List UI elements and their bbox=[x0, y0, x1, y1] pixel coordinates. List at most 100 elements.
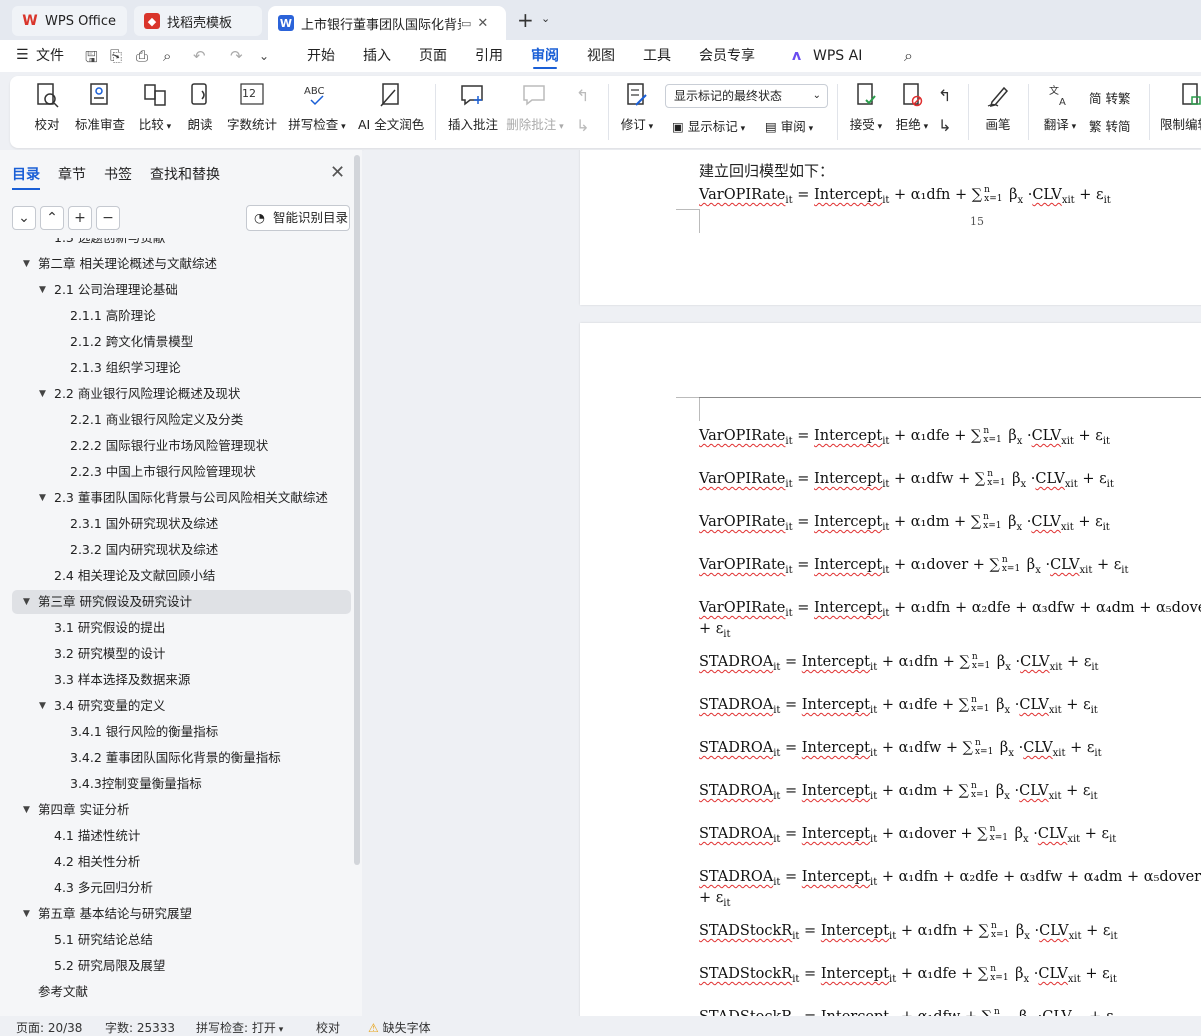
toc-item[interactable]: 4.2 相关性分析 bbox=[0, 850, 350, 874]
quick-access-chevron-icon[interactable]: ⌄ bbox=[259, 49, 269, 63]
close-panel-icon[interactable]: ✕ bbox=[330, 162, 345, 183]
next-comment-icon[interactable]: ↳ bbox=[576, 116, 589, 135]
spell-check-button[interactable]: ABC 拼写检查 ▾ bbox=[288, 80, 346, 133]
toc-item[interactable]: ▼ 第二章 相关理论概述与文献综述 bbox=[0, 252, 350, 276]
toc-item[interactable]: 4.1 描述性统计 bbox=[0, 824, 350, 848]
toc-item[interactable]: 4.3 多元回归分析 bbox=[0, 876, 350, 900]
toc-expand-arrow-icon[interactable]: ▼ bbox=[23, 590, 30, 614]
smart-toc-button[interactable]: ◔ 智能识别目录 bbox=[246, 205, 350, 231]
missing-font-status[interactable]: ⚠ 缺失字体 bbox=[368, 1019, 431, 1036]
toc-item[interactable]: 2.2.1 商业银行风险定义及分类 bbox=[0, 408, 350, 432]
toc-item[interactable]: ▼ 2.3 董事团队国际化背景与公司风险相关文献综述 bbox=[0, 486, 350, 510]
toc-expand-arrow-icon[interactable]: ▼ bbox=[39, 486, 46, 510]
revise-button[interactable]: 修订 ▾ bbox=[618, 80, 656, 133]
toc-item[interactable]: ▼ 第四章 实证分析 bbox=[0, 798, 350, 822]
next-change-icon[interactable]: ↳ bbox=[938, 116, 951, 135]
proofread-button[interactable]: 校对 bbox=[32, 80, 62, 133]
to-simplified-button[interactable]: 繁 转简 bbox=[1089, 116, 1131, 135]
toc-item[interactable]: 1.3 选题创新与贡献 bbox=[0, 238, 350, 250]
toc-expand-arrow-icon[interactable]: ▼ bbox=[23, 902, 30, 926]
toc-expand-arrow-icon[interactable]: ▼ bbox=[39, 278, 46, 302]
close-tab-icon[interactable]: ✕ bbox=[477, 16, 488, 31]
spell-check-status[interactable]: 拼写检查: 打开 ▾ bbox=[196, 1019, 283, 1036]
remove-heading-button[interactable]: − bbox=[96, 206, 120, 230]
translate-button[interactable]: 文A 翻译 ▾ bbox=[1042, 80, 1078, 133]
to-traditional-button[interactable]: 简 转繁 bbox=[1089, 88, 1131, 107]
new-tab-icon[interactable]: + bbox=[517, 8, 534, 32]
restrict-edit-button[interactable]: 限制编辑 bbox=[1160, 80, 1201, 133]
search-icon[interactable]: ⌕ bbox=[904, 46, 913, 66]
toc-item[interactable]: 3.2 研究模型的设计 bbox=[0, 642, 350, 666]
menu-references[interactable]: 引用 bbox=[475, 40, 503, 72]
toc-item[interactable]: ▼ 3.4 研究变量的定义 bbox=[0, 694, 350, 718]
previous-change-icon[interactable]: ↰ bbox=[938, 86, 951, 105]
export-icon[interactable]: ⎘ bbox=[110, 47, 122, 65]
toc-item[interactable]: 3.4.1 银行风险的衡量指标 bbox=[0, 720, 350, 744]
toc-item[interactable]: 2.2.3 中国上市银行风险管理现状 bbox=[0, 460, 350, 484]
print-icon[interactable]: ⎙ bbox=[136, 47, 148, 65]
toc-expand-arrow-icon[interactable]: ▼ bbox=[39, 694, 46, 718]
accept-button[interactable]: 接受 ▾ bbox=[848, 80, 884, 133]
menu-wps-ai[interactable]: WPS AI bbox=[813, 40, 862, 72]
menu-review[interactable]: 审阅 bbox=[531, 40, 559, 72]
toc-item[interactable]: ▼ 第五章 基本结论与研究展望 bbox=[0, 902, 350, 926]
add-heading-button[interactable]: + bbox=[68, 206, 92, 230]
toc-item[interactable]: 2.4 相关理论及文献回顾小结 bbox=[0, 564, 350, 588]
toc-item[interactable]: 参考文献 bbox=[0, 980, 350, 1004]
insert-comment-button[interactable]: 插入批注 bbox=[448, 80, 498, 133]
toc-item[interactable]: 3.4.3控制变量衡量指标 bbox=[0, 772, 350, 796]
pen-button[interactable]: 画笔 bbox=[984, 80, 1012, 133]
page-indicator[interactable]: 页面: 20/38 bbox=[16, 1019, 82, 1036]
undo-icon[interactable]: ↶ bbox=[193, 47, 206, 65]
save-icon[interactable]: 🖫 bbox=[85, 47, 98, 72]
tab-find-replace[interactable]: 查找和替换 bbox=[150, 164, 220, 184]
proofread-status[interactable]: 校对 bbox=[316, 1019, 340, 1036]
word-count-button[interactable]: 12 字数统计 bbox=[226, 80, 278, 133]
tab-bookmarks[interactable]: 书签 bbox=[104, 164, 132, 184]
delete-comment-button[interactable]: 删除批注 ▾ bbox=[506, 80, 564, 133]
menu-insert[interactable]: 插入 bbox=[363, 40, 391, 72]
word-count[interactable]: 字数: 25333 bbox=[105, 1019, 175, 1036]
tab-toc[interactable]: 目录 bbox=[12, 164, 40, 190]
compare-button[interactable]: 比较 ▾ bbox=[134, 80, 176, 133]
toc-item[interactable]: 5.2 研究局限及展望 bbox=[0, 954, 350, 978]
toc-item[interactable]: 3.3 样本选择及数据来源 bbox=[0, 668, 350, 692]
menu-file[interactable]: 文件 bbox=[36, 40, 64, 72]
menu-tools[interactable]: 工具 bbox=[643, 40, 671, 72]
markup-state-select[interactable]: 显示标记的最终状态 ⌄ bbox=[665, 84, 828, 108]
menu-member[interactable]: 会员专享 bbox=[699, 40, 755, 72]
toc-item[interactable]: 2.3.2 国内研究现状及综述 bbox=[0, 538, 350, 562]
redo-icon[interactable]: ↷ bbox=[230, 47, 243, 65]
menu-home[interactable]: 开始 bbox=[307, 40, 335, 72]
toc-item[interactable]: 3.4.2 董事团队国际化背景的衡量指标 bbox=[0, 746, 350, 770]
toc-item[interactable]: ▼ 2.1 公司治理理论基础 bbox=[0, 278, 350, 302]
menu-page[interactable]: 页面 bbox=[419, 40, 447, 72]
tab-monitor-icon[interactable]: ▭ bbox=[461, 17, 471, 30]
ai-polish-button[interactable]: AI 全文润色 bbox=[358, 80, 424, 133]
toc-item[interactable]: 5.1 研究结论总结 bbox=[0, 928, 350, 952]
tab-list-chevron-icon[interactable]: ⌄ bbox=[541, 12, 550, 25]
menu-view[interactable]: 视图 bbox=[587, 40, 615, 72]
toc-expand-arrow-icon[interactable]: ▼ bbox=[23, 252, 30, 276]
toc-item[interactable]: 2.3.1 国外研究现状及综述 bbox=[0, 512, 350, 536]
reject-button[interactable]: 拒绝 ▾ bbox=[894, 80, 930, 133]
toc-item[interactable]: 2.1.2 跨文化情景模型 bbox=[0, 330, 350, 354]
collapse-all-button[interactable]: ⌄ bbox=[12, 206, 36, 230]
tab-sections[interactable]: 章节 bbox=[58, 164, 86, 184]
toc-item[interactable]: 2.1.3 组织学习理论 bbox=[0, 356, 350, 380]
toc-item[interactable]: ▼ 第三章 研究假设及研究设计 bbox=[0, 590, 350, 614]
previous-comment-icon[interactable]: ↰ bbox=[576, 86, 589, 105]
standard-review-button[interactable]: 标准审查 bbox=[74, 80, 126, 133]
show-markup-button[interactable]: ▣ 显示标记 ▾ bbox=[672, 116, 745, 135]
review-pane-button[interactable]: ▤ 审阅 ▾ bbox=[765, 116, 813, 135]
toc-item[interactable]: 2.2.2 国际银行业市场风险管理现状 bbox=[0, 434, 350, 458]
toc-item[interactable]: ▼ 2.2 商业银行风险理论概述及现状 bbox=[0, 382, 350, 406]
read-aloud-button[interactable]: 朗读 bbox=[185, 80, 215, 133]
print-preview-icon[interactable]: ⌕ bbox=[163, 47, 171, 65]
tab-docer-templates[interactable]: ◆ 找稻壳模板 bbox=[134, 6, 262, 36]
toc-item[interactable]: 3.1 研究假设的提出 bbox=[0, 616, 350, 640]
tab-current-document[interactable]: W 上市银行董事团队国际化背景对... ▭ ✕ bbox=[268, 6, 506, 40]
toc-expand-arrow-icon[interactable]: ▼ bbox=[23, 798, 30, 822]
toc-scrollbar[interactable] bbox=[354, 155, 360, 865]
toc-item[interactable]: 2.1.1 高阶理论 bbox=[0, 304, 350, 328]
